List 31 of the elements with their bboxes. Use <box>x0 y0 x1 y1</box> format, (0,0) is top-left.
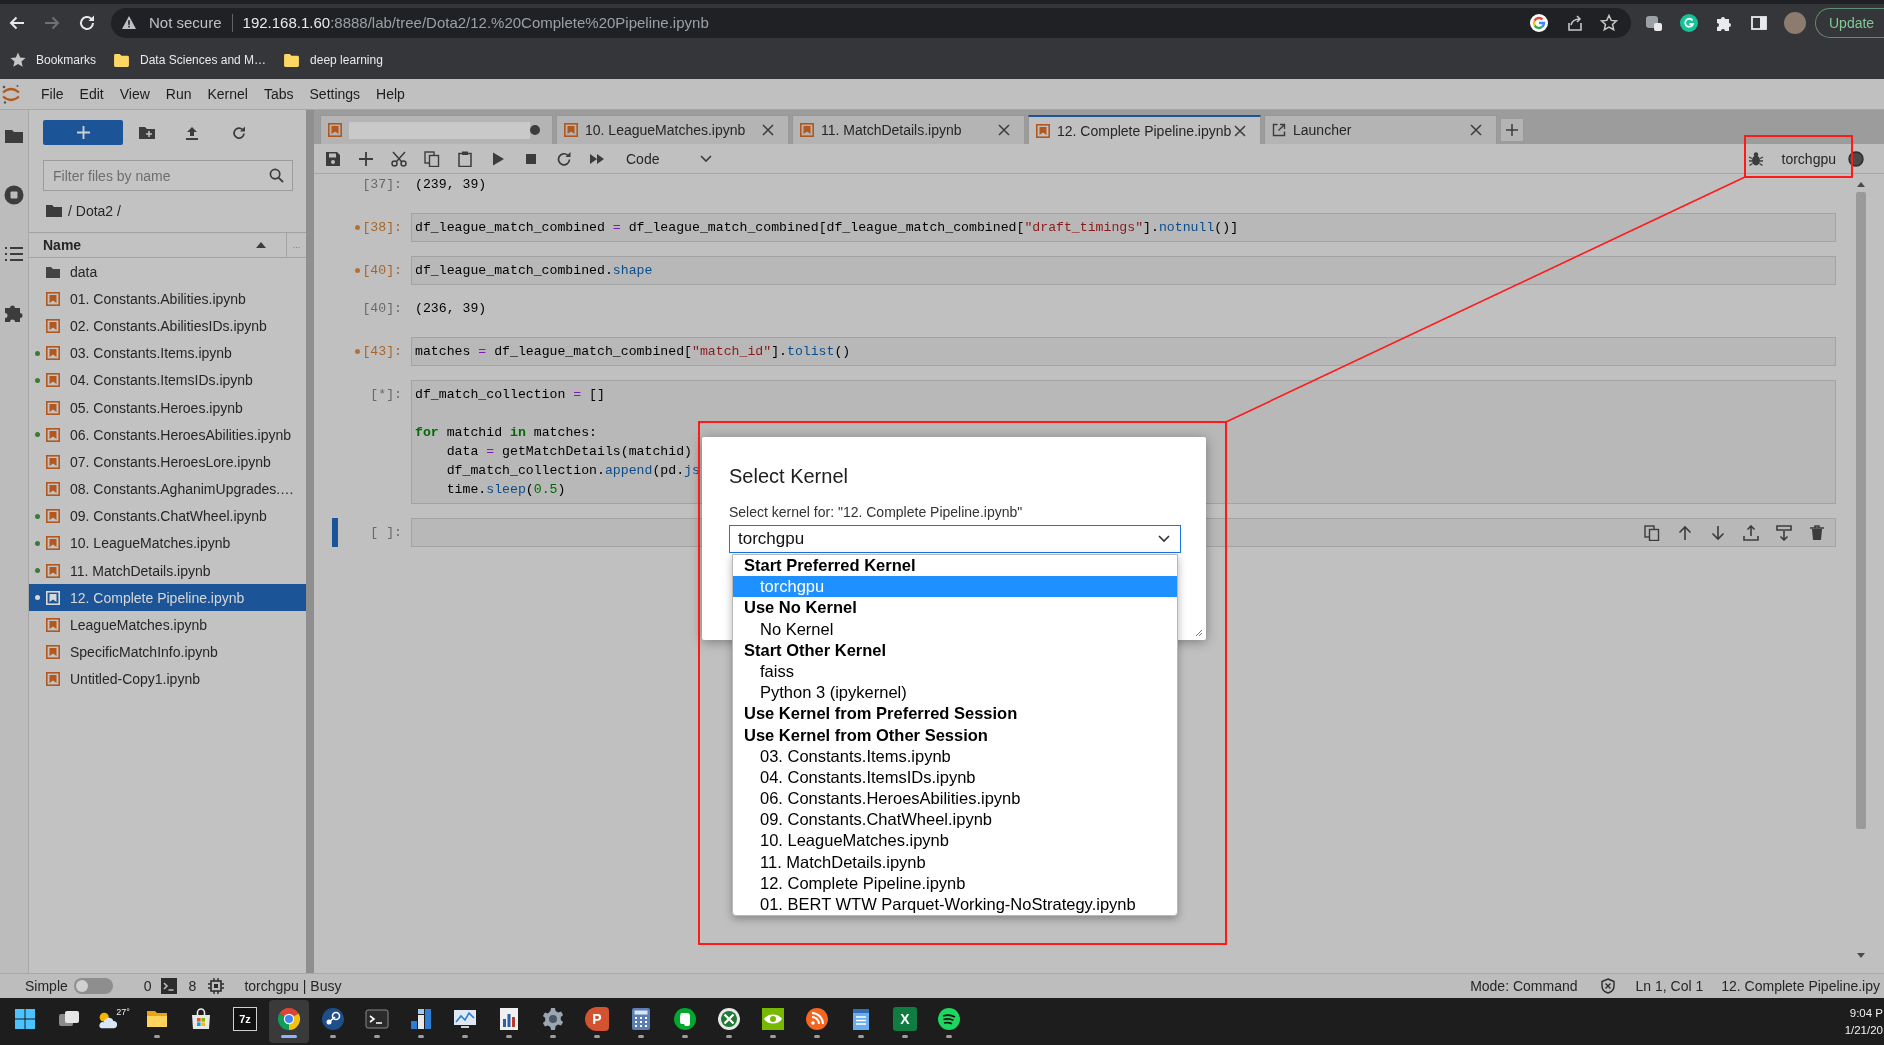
output-text: (236, 39) <box>415 300 487 318</box>
code-line: time.sleep(0.5) <box>445 481 566 499</box>
dialog-prompt: Select kernel for: "12. Complete Pipeline.ipynb" <box>729 504 1024 521</box>
cell-prompt: [40]: <box>362 262 402 280</box>
status-label: Simple <box>25 978 68 994</box>
dialog-title: Select Kernel <box>729 464 849 488</box>
app-tile: 7z <box>233 1007 257 1031</box>
option-group-label: Start Preferred Kernel <box>743 555 917 576</box>
code-line: df_league_match_combined.shape <box>415 262 653 280</box>
file-name-text: 12. Complete Pipeline.ipy <box>1721 978 1880 994</box>
kernel-count: 8 <box>188 978 197 994</box>
cell-prompt: [*]: <box>370 386 402 404</box>
cell-prompt: [ ]: <box>370 524 402 542</box>
code-line: df_league_match_combined = df_league_match_combined[df_league_match_combined["draft_timings"].notnull()] <box>415 219 1239 237</box>
output-text: (239, 39) <box>415 176 487 194</box>
code-line: matches = df_league_match_combined["match_id"].tolist() <box>415 343 851 361</box>
cell-prompt: [38]: <box>362 219 402 237</box>
app-tile: X <box>893 1007 917 1031</box>
cell-prompt: [40]: <box>362 300 402 318</box>
mode-text: Mode: Command <box>1470 978 1578 994</box>
code-line: df_match_collection = [] <box>415 386 605 404</box>
cell-prompt: [37]: <box>362 176 402 194</box>
option-group-label: Use No Kernel <box>743 597 858 619</box>
code-line: data = getMatchDetails(matchid) <box>445 443 692 461</box>
app-tile: P <box>585 1007 609 1031</box>
option-group-label: Use Kernel from Other Session <box>743 724 989 746</box>
option-group-label: Start Other Kernel <box>743 639 888 661</box>
cell-prompt: [43]: <box>362 343 402 361</box>
option-group-label: Use Kernel from Preferred Session <box>743 703 1019 725</box>
terminal-count: 0 <box>143 978 152 994</box>
code-line: for matchid in matches: <box>415 424 598 442</box>
